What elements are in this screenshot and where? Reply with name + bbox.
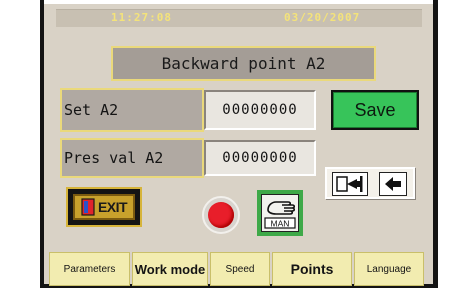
tab-speed[interactable]: Speed xyxy=(210,252,270,286)
go-to-position-button[interactable] xyxy=(332,172,368,196)
manual-button-face: MAN xyxy=(261,194,299,232)
save-button[interactable]: Save xyxy=(331,90,419,130)
status-bar: 11:27:08 03/20/2007 xyxy=(56,9,422,27)
pres-val-a2-field: 00000000 xyxy=(204,140,316,176)
navigation-button-panel xyxy=(325,167,415,199)
page-title: Backward point A2 xyxy=(111,46,376,81)
exit-label: EXIT xyxy=(97,199,128,215)
set-a2-label: Set A2 xyxy=(60,88,204,132)
clock-time: 11:27:08 xyxy=(111,11,172,24)
man-label: MAN xyxy=(271,219,290,229)
tab-parameters[interactable]: Parameters xyxy=(49,252,130,286)
back-arrow-button[interactable] xyxy=(379,172,407,196)
device-frame-right xyxy=(433,0,438,288)
manual-hand-icon: MAN xyxy=(264,201,296,229)
back-arrow-icon xyxy=(385,177,401,191)
tab-work-mode[interactable]: Work mode xyxy=(132,252,208,286)
manual-mode-button[interactable]: MAN xyxy=(257,190,303,236)
red-status-lamp-icon xyxy=(202,196,240,234)
clock-date: 03/20/2007 xyxy=(284,11,361,24)
exit-button-face: EXIT xyxy=(73,194,135,220)
tab-points[interactable]: Points xyxy=(272,252,352,286)
go-to-position-icon xyxy=(336,176,363,192)
pres-val-a2-label: Pres val A2 xyxy=(60,138,204,178)
exit-button[interactable]: EXIT xyxy=(66,187,142,227)
exit-door-icon xyxy=(81,198,95,216)
tab-language[interactable]: Language xyxy=(354,252,424,286)
set-a2-input[interactable]: 00000000 xyxy=(204,90,316,130)
lamp-indicator xyxy=(208,202,234,228)
save-button-label: Save xyxy=(333,92,417,128)
hmi-screen: 11:27:08 03/20/2007 Backward point A2 Se… xyxy=(44,4,433,286)
